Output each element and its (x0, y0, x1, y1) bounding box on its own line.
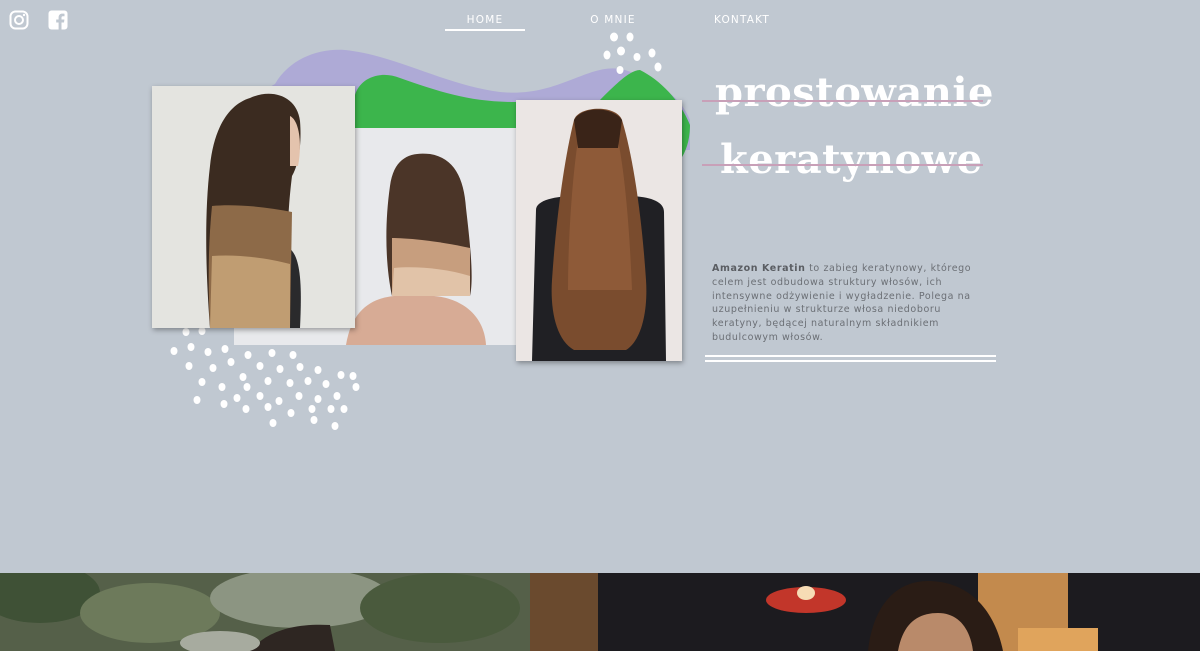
hero-title-line2: keratynowe (720, 136, 983, 183)
gallery-strip (0, 573, 1200, 651)
description-brand: Amazon Keratin (712, 263, 806, 274)
hero-title-line1: prostowanie (715, 69, 994, 116)
hair-photo-side (152, 86, 355, 328)
title-strike-line2 (702, 164, 983, 166)
hair-photo-long (516, 100, 682, 361)
description-text: to zabieg keratynowy, którego celem jest… (712, 263, 972, 343)
description-rule-bottom (705, 360, 996, 362)
gallery-photo-portrait (598, 573, 1200, 651)
hero-description: Amazon Keratin to zabieg keratynowy, któ… (712, 262, 987, 345)
gallery-photo-plants (0, 573, 598, 651)
description-rule-top (705, 355, 996, 357)
title-strike-line1 (702, 100, 983, 102)
